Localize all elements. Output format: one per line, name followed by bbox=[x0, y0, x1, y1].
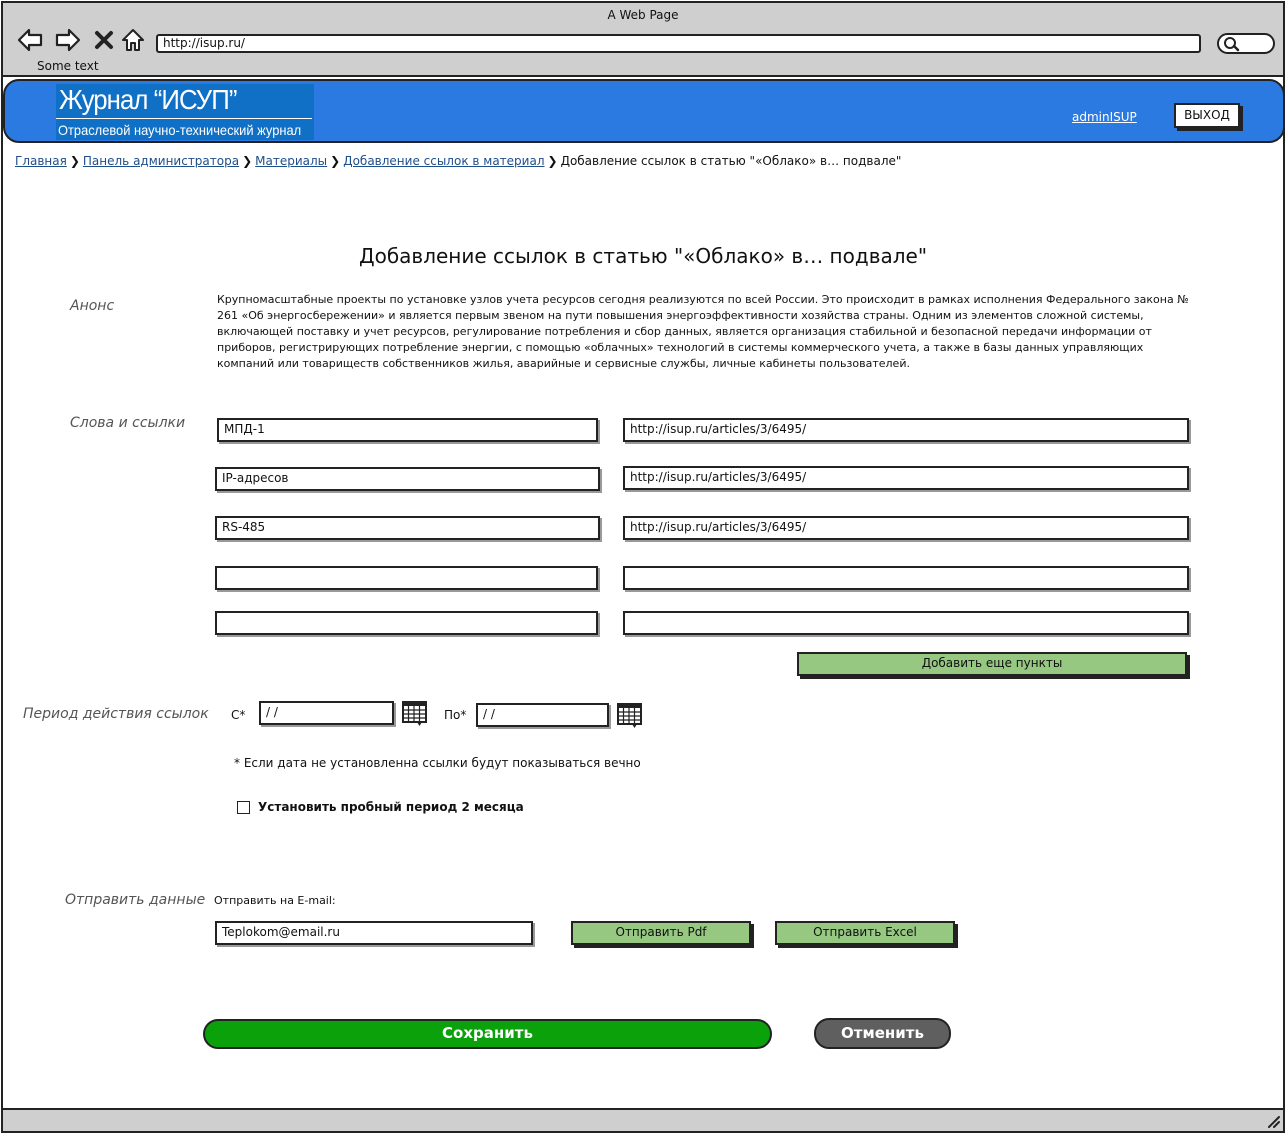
address-bar[interactable]: http://isup.ru/ bbox=[156, 34, 1201, 53]
add-more-items-button[interactable]: Добавить еще пункты bbox=[797, 652, 1187, 676]
email-label: Отправить на E-mail: bbox=[214, 894, 336, 907]
browser-search-box[interactable] bbox=[1217, 33, 1275, 54]
user-profile-link[interactable]: adminISUP bbox=[1072, 110, 1137, 124]
chevron-right-icon: ❯ bbox=[69, 154, 80, 168]
breadcrumb-current: Добавление ссылок в статью "«Облако» в… … bbox=[560, 154, 902, 168]
browser-window: A Web Page http://isup.ru/ Some text Жур… bbox=[1, 1, 1285, 1133]
site-logo[interactable]: Журнал “ИСУП” Отраслевой научно-техничес… bbox=[56, 84, 314, 140]
link-url-input-1[interactable]: http://isup.ru/articles/3/6495/ bbox=[623, 418, 1189, 442]
date-to-label: По* bbox=[444, 708, 467, 722]
link-word-input-4[interactable] bbox=[215, 566, 598, 590]
logo-title: Журнал “ИСУП” bbox=[59, 84, 237, 115]
resize-handle-icon[interactable] bbox=[1265, 1113, 1281, 1129]
trial-period-checkbox[interactable] bbox=[237, 801, 250, 814]
chevron-right-icon: ❯ bbox=[330, 154, 341, 168]
window-title: A Web Page bbox=[607, 8, 679, 22]
link-url-input-5[interactable] bbox=[623, 611, 1189, 635]
logo-divider bbox=[56, 118, 312, 119]
send-excel-button[interactable]: Отправить Excel bbox=[775, 921, 955, 945]
close-stop-icon[interactable] bbox=[92, 27, 118, 53]
browser-toolbar: A Web Page http://isup.ru/ Some text bbox=[3, 3, 1283, 77]
period-label: Период действия ссылок bbox=[23, 706, 209, 722]
send-data-label: Отправить данные bbox=[65, 892, 206, 908]
date-from-label: С* bbox=[231, 708, 246, 722]
breadcrumb-link-add-links[interactable]: Добавление ссылок в материал bbox=[343, 154, 544, 168]
logout-button[interactable]: ВЫХОД bbox=[1174, 103, 1240, 128]
date-from-input[interactable]: / / bbox=[259, 701, 394, 725]
breadcrumb-link-home[interactable]: Главная bbox=[15, 154, 67, 168]
page-title: Добавление ссылок в статью "«Облако» в… … bbox=[358, 244, 928, 268]
logo-subtitle: Отраслевой научно-технический журнал bbox=[58, 122, 302, 138]
chevron-right-icon: ❯ bbox=[242, 154, 253, 168]
save-button[interactable]: Сохранить bbox=[203, 1019, 772, 1049]
breadcrumb-link-admin-panel[interactable]: Панель администратора bbox=[83, 154, 239, 168]
link-url-input-4[interactable] bbox=[623, 566, 1189, 590]
link-url-input-2[interactable]: http://isup.ru/articles/3/6495/ bbox=[623, 466, 1189, 490]
email-input[interactable]: Teplokom@email.ru bbox=[215, 921, 533, 945]
links-label: Слова и ссылки bbox=[70, 415, 186, 431]
status-text: Some text bbox=[37, 59, 99, 73]
forward-arrow-icon[interactable] bbox=[55, 27, 81, 53]
site-header: Журнал “ИСУП” Отраслевой научно-техничес… bbox=[3, 79, 1283, 143]
link-url-input-3[interactable]: http://isup.ru/articles/3/6495/ bbox=[623, 516, 1189, 540]
announce-text: Крупномасштабные проекты по установке уз… bbox=[217, 293, 1189, 370]
link-word-input-1[interactable]: МПД-1 bbox=[217, 418, 598, 442]
announce-label: Анонс bbox=[70, 298, 115, 314]
chevron-right-icon: ❯ bbox=[547, 154, 558, 168]
link-word-input-5[interactable] bbox=[215, 611, 598, 635]
breadcrumb-link-materials[interactable]: Материалы bbox=[255, 154, 327, 168]
cancel-button[interactable]: Отменить bbox=[814, 1018, 951, 1049]
date-to-input[interactable]: / / bbox=[476, 703, 609, 727]
send-pdf-button[interactable]: Отправить Pdf bbox=[571, 921, 751, 945]
link-word-input-3[interactable]: RS-485 bbox=[215, 516, 600, 540]
back-arrow-icon[interactable] bbox=[17, 27, 43, 53]
calendar-icon[interactable] bbox=[402, 701, 428, 727]
breadcrumb: Главная ❯ Панель администратора ❯ Материалы ❯… bbox=[15, 154, 901, 168]
trial-period-label: Установить пробный период 2 месяца bbox=[258, 800, 524, 814]
home-icon[interactable] bbox=[120, 27, 146, 53]
link-word-input-2[interactable]: IP-адресов bbox=[215, 467, 600, 491]
search-icon bbox=[1224, 37, 1240, 52]
period-note: * Если дата не установленна ссылки будут… bbox=[234, 756, 641, 770]
calendar-icon[interactable] bbox=[617, 703, 643, 729]
browser-statusbar bbox=[3, 1108, 1283, 1131]
